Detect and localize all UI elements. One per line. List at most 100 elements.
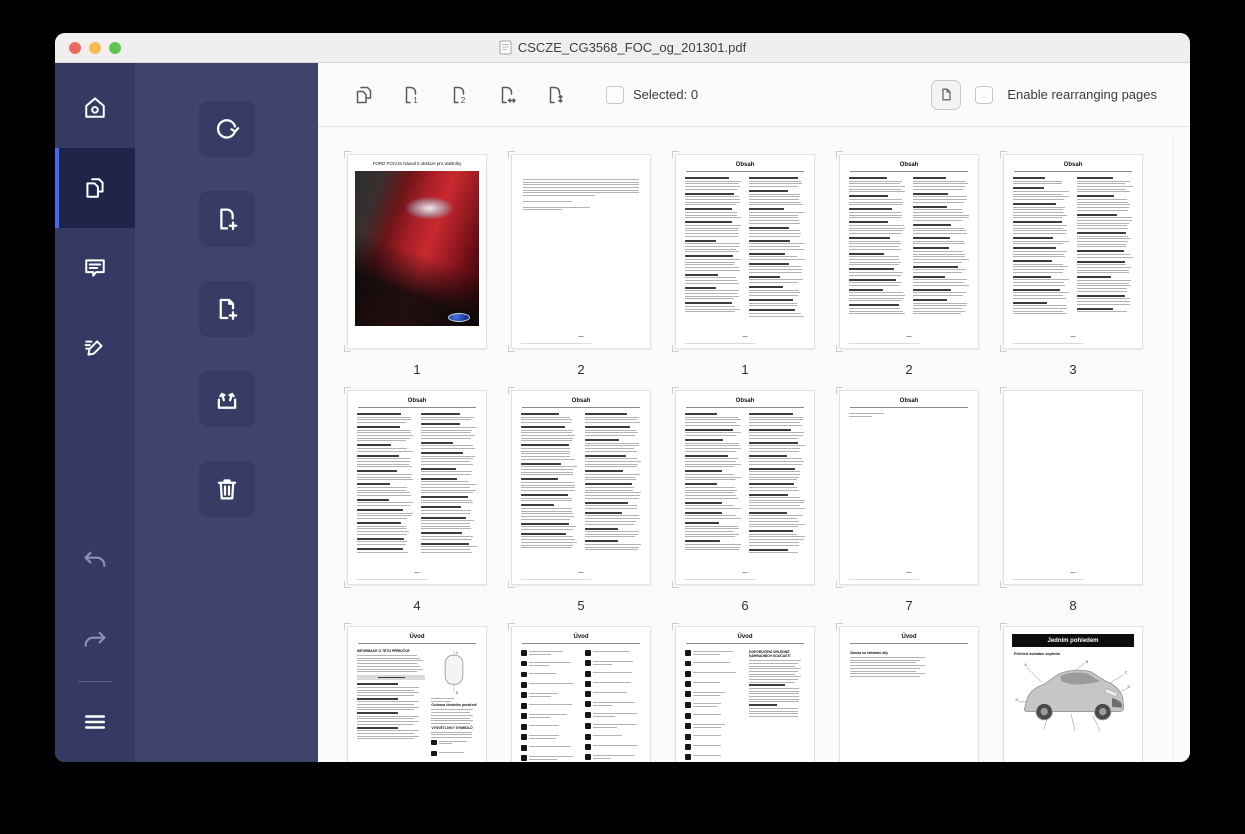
glance-subtitle: Přehled ovládání zepředu xyxy=(1014,653,1132,657)
toc-entry-line xyxy=(1013,298,1066,299)
page-thumbnail[interactable]: Obsah xyxy=(511,390,651,585)
page-micro-number xyxy=(1071,336,1076,337)
page-footer-line xyxy=(521,579,591,580)
page-thumbnail[interactable]: Obsah xyxy=(1003,154,1143,349)
toc-column xyxy=(685,413,742,571)
page-thumbnail[interactable]: Obsah xyxy=(675,154,815,349)
toc-entry-line xyxy=(913,199,968,200)
select-filter-group: 1 2 Selected: 0 xyxy=(350,81,698,109)
toc-entry-line xyxy=(421,484,477,485)
sidebar-item-annotations[interactable] xyxy=(55,228,135,308)
symbol-column xyxy=(685,650,741,762)
minimize-window-button[interactable] xyxy=(89,42,101,54)
text-line xyxy=(357,733,414,734)
symbol-row xyxy=(685,744,741,750)
text-line xyxy=(357,712,398,714)
page-thumbnail[interactable] xyxy=(511,154,651,349)
toc-entry-line xyxy=(521,435,575,436)
toc-entry-line xyxy=(685,204,736,205)
warranty-heading: Záruka na náhradní díly xyxy=(850,651,930,655)
page-thumbnail[interactable]: Obsah xyxy=(839,154,979,349)
select-portrait-pages-button[interactable] xyxy=(542,81,570,109)
thumbnail-scroll-area[interactable]: FORD FOCUS Návod k obsluze pro vlastníky… xyxy=(318,127,1190,762)
page-thumbnail[interactable]: Obsah xyxy=(839,390,979,585)
toc-entry-line xyxy=(749,445,805,446)
select-odd-pages-button[interactable]: 1 xyxy=(398,81,426,109)
add-page-button[interactable] xyxy=(199,191,255,247)
toc-entry-line xyxy=(685,451,736,452)
toc-entry-line xyxy=(913,256,966,257)
text-line xyxy=(523,190,639,191)
toc-entry-group xyxy=(421,506,478,513)
toc-entry-line xyxy=(1013,272,1063,273)
toc-entry-line xyxy=(421,464,473,465)
toc-entry-group xyxy=(1077,250,1134,257)
toc-entry-line xyxy=(521,440,572,441)
page-tools-panel xyxy=(135,63,318,762)
toc-entry-line xyxy=(849,225,904,226)
close-window-button[interactable] xyxy=(69,42,81,54)
toc-entry-line xyxy=(749,534,798,535)
page-thumbnail[interactable]: Úvod xyxy=(511,626,651,762)
insert-file-button[interactable] xyxy=(199,281,255,337)
select-even-pages-button[interactable]: 2 xyxy=(446,81,474,109)
text-line xyxy=(431,734,472,735)
undo-button[interactable] xyxy=(55,521,135,601)
select-all-checkbox[interactable] xyxy=(606,86,624,104)
toc-entry-line xyxy=(1013,295,1063,296)
text-line xyxy=(749,671,798,672)
toc-entry-line xyxy=(421,510,472,511)
toc-entry-group xyxy=(421,543,478,553)
sidebar-item-home[interactable] xyxy=(55,68,135,148)
sidebar-item-edit[interactable] xyxy=(55,308,135,388)
toc-entry-line xyxy=(685,518,741,519)
toc-entry-line xyxy=(1013,313,1067,314)
extract-pages-button[interactable] xyxy=(199,371,255,427)
toc-entry-line xyxy=(421,549,470,550)
page-thumbnail[interactable]: Jedním pohledemPřehled ovládání zepředuA… xyxy=(1003,626,1143,762)
toc-entry-line xyxy=(1013,215,1067,216)
redo-button[interactable] xyxy=(55,601,135,681)
toc-entry-line xyxy=(357,438,410,439)
toc-entry-line xyxy=(913,251,963,252)
text-line xyxy=(749,663,798,664)
toc-heading-line xyxy=(1077,276,1111,278)
text-line xyxy=(523,182,639,183)
page-thumbnail[interactable] xyxy=(1003,390,1143,585)
toc-entry-line xyxy=(749,194,800,195)
toc-entry-group xyxy=(685,512,742,519)
toc-entry-line xyxy=(685,233,739,234)
page-thumbnail[interactable]: Obsah xyxy=(347,390,487,585)
toc-entry-line xyxy=(913,241,965,242)
warranty-header: Úvod xyxy=(850,634,968,644)
rearrange-pages-label: Enable rearranging pages xyxy=(1007,87,1157,102)
toc-entry-group xyxy=(913,289,970,296)
page-thumbnail[interactable]: ÚvodDOPORUČENÍ OHLEDNĚ NÁHRADNÍCH SOUČÁS… xyxy=(675,626,815,762)
text-line xyxy=(749,716,798,717)
delete-page-button[interactable] xyxy=(199,461,255,517)
rearrange-pages-checkbox[interactable] xyxy=(975,86,993,104)
text-line xyxy=(593,758,611,759)
toc-entry-group xyxy=(357,470,414,480)
toc-entry-line xyxy=(585,430,636,431)
page-thumbnail[interactable]: Obsah xyxy=(675,390,815,585)
page-thumbnail[interactable]: Úvod Záruka na náhradní díly xyxy=(839,626,979,762)
toc-entry-line xyxy=(749,246,801,247)
select-copy-pages-button[interactable] xyxy=(350,81,378,109)
toc-entry-line xyxy=(849,416,872,417)
symbol-row xyxy=(685,754,741,760)
extract-icon xyxy=(212,384,242,414)
sidebar-item-pages[interactable] xyxy=(55,148,135,228)
thumbnail-size-button[interactable] xyxy=(931,80,961,110)
toc-entry-group xyxy=(685,413,742,426)
zoom-window-button[interactable] xyxy=(109,42,121,54)
page-thumbnail[interactable]: FORD FOCUS Návod k obsluze pro vlastníky xyxy=(347,154,487,349)
toc-entry-line xyxy=(421,456,476,457)
select-landscape-pages-button[interactable] xyxy=(494,81,522,109)
toc-entry-line xyxy=(749,269,803,270)
page-thumbnail[interactable]: ÚvodINFORMACE O TÉTO PŘÍRUČCEABOchrana ž… xyxy=(347,626,487,762)
toc-entry-group xyxy=(685,193,742,206)
menu-button[interactable] xyxy=(55,682,135,762)
rotate-page-button[interactable] xyxy=(199,101,255,157)
symbol-row xyxy=(685,691,741,697)
